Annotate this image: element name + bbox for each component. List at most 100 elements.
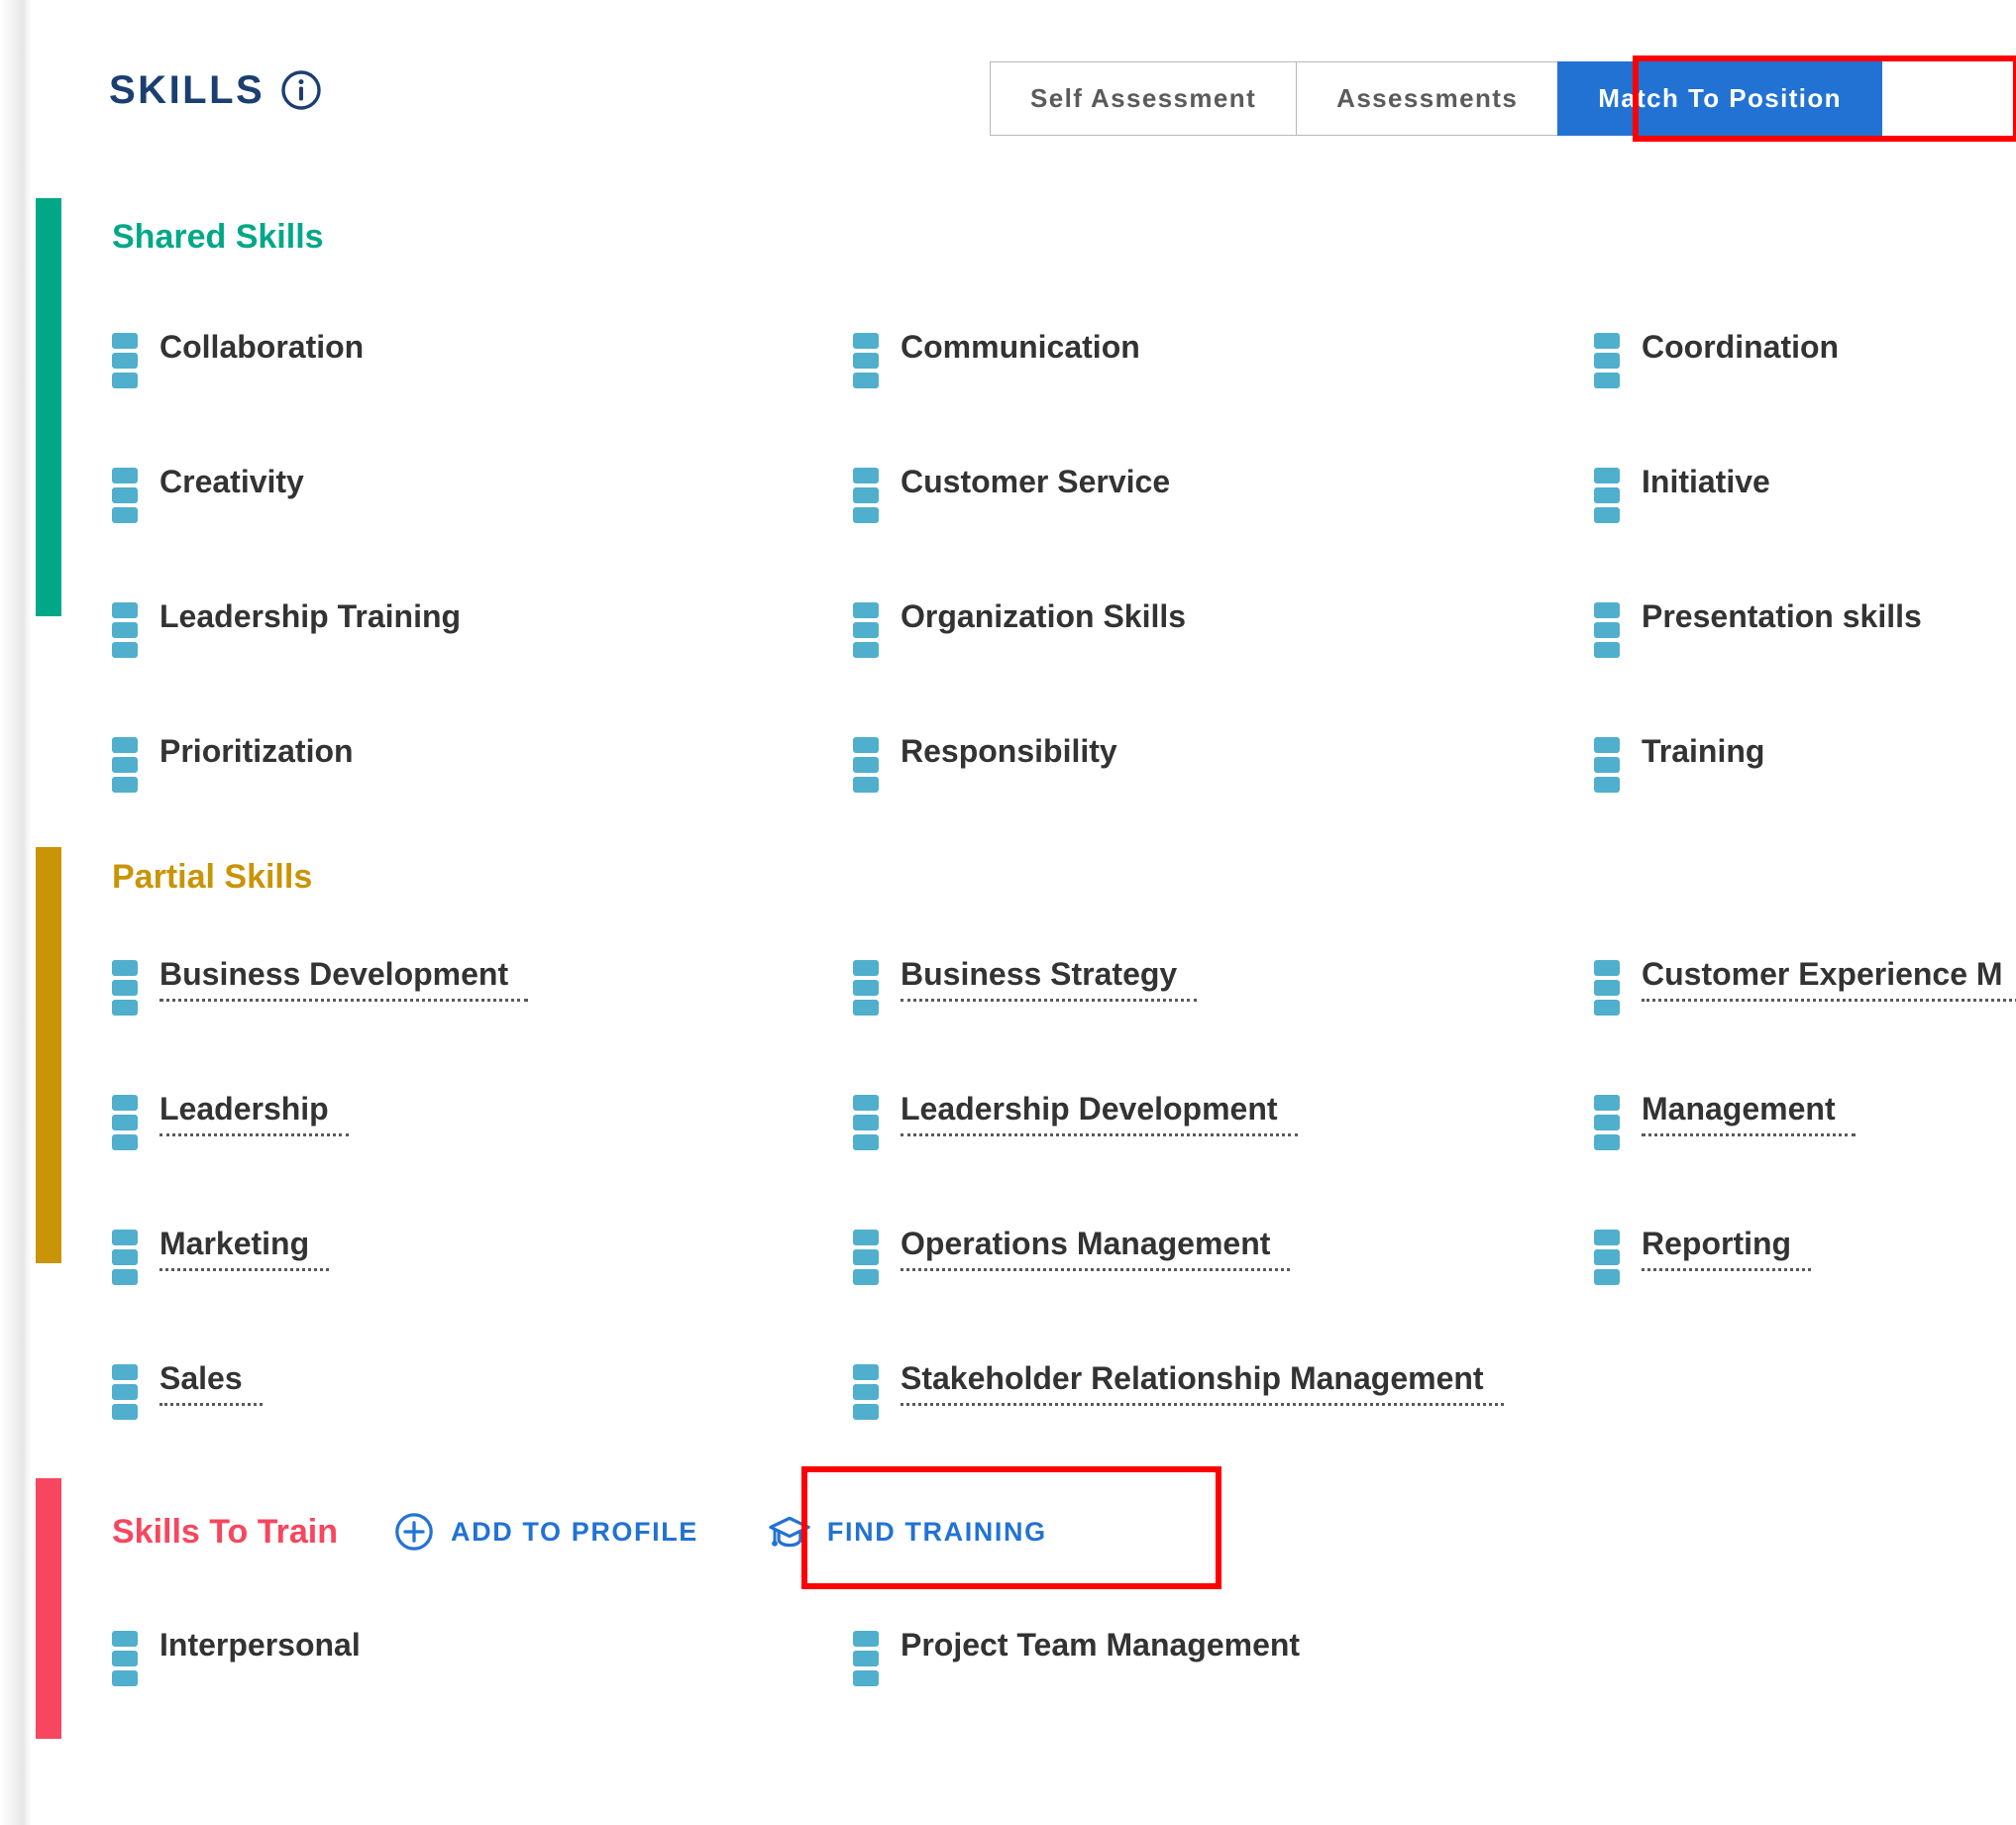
- assessment-tabs: Self Assessment Assessments Match To Pos…: [990, 61, 1882, 136]
- skill-item[interactable]: Customer Experience M: [1594, 954, 2016, 1016]
- skill-label-wrap: Training: [1642, 731, 1784, 772]
- skill-level-bars-icon: [112, 1631, 138, 1686]
- section-color-bar-shared-skills: [36, 198, 61, 616]
- skill-label-wrap: Responsibility: [901, 731, 1137, 772]
- skill-label-wrap: Marketing: [159, 1224, 330, 1271]
- skill-level-bars-icon: [853, 1364, 879, 1420]
- skill-label-wrap: Customer Experience M: [1642, 954, 2016, 1002]
- grid-spacer: [1594, 1358, 2016, 1420]
- button-label: ADD TO PROFILE: [451, 1516, 698, 1547]
- skill-label: Leadership: [159, 1091, 329, 1127]
- skill-label: Leadership Training: [159, 598, 462, 634]
- skill-label-wrap: Reporting: [1642, 1224, 1812, 1271]
- find-training-button[interactable]: FIND TRAINING: [768, 1512, 1047, 1552]
- skill-label: Sales: [159, 1360, 243, 1396]
- skill-label: Coordination: [1642, 329, 1840, 365]
- skill-label-wrap: Initiative: [1642, 462, 1790, 502]
- skill-label-wrap: Leadership: [159, 1089, 349, 1136]
- skill-item[interactable]: Communication: [853, 327, 1594, 388]
- skill-label: Prioritization: [159, 733, 354, 769]
- panel-left-edge-shadow: [0, 0, 32, 1825]
- skill-label: Collaboration: [159, 329, 365, 365]
- skills-panel: SKILLS Self Assessment Assessments Match…: [0, 0, 2016, 1825]
- skill-label: Communication: [901, 329, 1140, 365]
- skill-label-wrap: Prioritization: [159, 731, 373, 772]
- section-color-bar-skills-to-train: [36, 1478, 61, 1739]
- skills-grid-partial-skills: Business Development Business Strategy Cus…: [112, 954, 2016, 1420]
- tab-match-to-position[interactable]: Match To Position: [1557, 61, 1882, 136]
- skill-label: Initiative: [1642, 464, 1770, 499]
- skill-level-bars-icon: [1594, 602, 1620, 658]
- skill-item[interactable]: Leadership: [112, 1089, 853, 1150]
- skill-item[interactable]: Responsibility: [853, 731, 1594, 793]
- section-title-shared-skills: Shared Skills: [112, 218, 324, 256]
- skill-item[interactable]: Business Development: [112, 954, 853, 1016]
- skill-item[interactable]: Training: [1594, 731, 2016, 793]
- skill-label: Responsibility: [901, 733, 1117, 769]
- skill-level-bars-icon: [112, 333, 138, 388]
- skill-item[interactable]: Management: [1594, 1089, 2016, 1150]
- skill-label-wrap: Leadership Development: [901, 1089, 1298, 1136]
- skill-label-wrap: Customer Service: [901, 462, 1190, 502]
- info-circle-icon[interactable]: [280, 69, 322, 111]
- skill-level-bars-icon: [853, 602, 879, 658]
- skill-item[interactable]: Organization Skills: [853, 596, 1594, 658]
- plus-circle-icon: [393, 1511, 435, 1553]
- grid-spacer: [1594, 1625, 2016, 1686]
- skill-level-bars-icon: [1594, 1095, 1620, 1150]
- add-to-profile-button[interactable]: ADD TO PROFILE: [393, 1511, 698, 1553]
- tab-self-assessment[interactable]: Self Assessment: [990, 61, 1297, 136]
- skill-label-wrap: Collaboration: [159, 327, 383, 368]
- section-title-partial-skills: Partial Skills: [112, 858, 313, 896]
- skill-label-wrap: Sales: [159, 1358, 263, 1406]
- skill-item[interactable]: Project Team Management: [853, 1625, 1594, 1686]
- skill-label: Stakeholder Relationship Management: [901, 1360, 1484, 1396]
- skill-label-wrap: Interpersonal: [159, 1625, 380, 1665]
- skill-item[interactable]: Customer Service: [853, 462, 1594, 523]
- skill-item[interactable]: Leadership Development: [853, 1089, 1594, 1150]
- skill-level-bars-icon: [1594, 737, 1620, 793]
- skill-label-wrap: Coordination: [1642, 327, 1858, 368]
- skill-label-wrap: Communication: [901, 327, 1160, 368]
- skill-level-bars-icon: [853, 737, 879, 793]
- skill-item[interactable]: Marketing: [112, 1224, 853, 1285]
- skill-item[interactable]: Prioritization: [112, 731, 853, 793]
- skill-label-wrap: Operations Management: [901, 1224, 1291, 1271]
- skill-label: Reporting: [1642, 1226, 1792, 1261]
- skill-label-wrap: Presentation skills: [1642, 596, 1942, 637]
- skill-label: Marketing: [159, 1226, 310, 1261]
- skill-label-wrap: Organization Skills: [901, 596, 1206, 637]
- skills-grid-shared-skills: Collaboration Communication Coordination Cr…: [112, 327, 2016, 793]
- skill-item[interactable]: Interpersonal: [112, 1625, 853, 1686]
- skill-level-bars-icon: [853, 960, 879, 1016]
- skill-item[interactable]: Sales: [112, 1358, 853, 1420]
- skill-item[interactable]: Initiative: [1594, 462, 2016, 523]
- button-label: FIND TRAINING: [826, 1516, 1047, 1547]
- skill-item[interactable]: Presentation skills: [1594, 596, 2016, 658]
- skill-level-bars-icon: [112, 1364, 138, 1420]
- skill-item[interactable]: Leadership Training: [112, 596, 853, 658]
- skill-item[interactable]: Operations Management: [853, 1224, 1594, 1285]
- skill-item[interactable]: Stakeholder Relationship Management: [853, 1358, 1594, 1420]
- section-header-row-skills-to-train: Skills To Train ADD TO PROFILE FIND TRAINI…: [112, 1511, 1047, 1553]
- skills-header: SKILLS Self Assessment Assessments Match…: [0, 0, 2016, 149]
- skill-item[interactable]: Coordination: [1594, 327, 2016, 388]
- skill-label: Business Development: [159, 956, 509, 992]
- skill-level-bars-icon: [853, 333, 879, 388]
- skill-item[interactable]: Reporting: [1594, 1224, 2016, 1285]
- skill-item[interactable]: Collaboration: [112, 327, 853, 388]
- skill-level-bars-icon: [1594, 333, 1620, 388]
- skill-label-wrap: Project Team Management: [901, 1625, 1320, 1665]
- skill-item[interactable]: Business Strategy: [853, 954, 1594, 1016]
- skills-grid-skills-to-train: Interpersonal Project Team Management: [112, 1625, 2016, 1686]
- skill-level-bars-icon: [112, 468, 138, 523]
- skill-label-wrap: Management: [1642, 1089, 1856, 1136]
- skill-level-bars-icon: [112, 737, 138, 793]
- skill-label: Creativity: [159, 464, 304, 499]
- skill-label-wrap: Business Development: [159, 954, 529, 1002]
- tab-assessments[interactable]: Assessments: [1296, 61, 1558, 136]
- skill-label: Business Strategy: [901, 956, 1178, 992]
- skill-item[interactable]: Creativity: [112, 462, 853, 523]
- skill-label: Operations Management: [901, 1226, 1271, 1261]
- page-title: SKILLS: [109, 68, 265, 112]
